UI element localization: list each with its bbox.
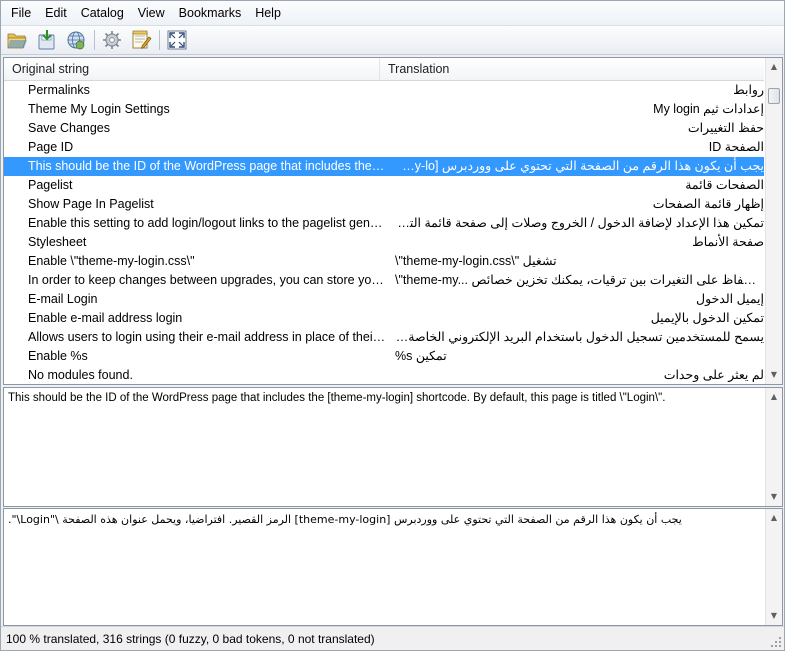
translation-edit-panel[interactable]: يجب أن يكون هذا الرقم من الصفحة التي تحت… [3, 508, 783, 626]
translation-cell: \"theme-my-login.css\" تشغيل [395, 254, 557, 268]
source-text: This should be the ID of the WordPress p… [8, 392, 666, 404]
table-row[interactable]: Page ID الصفحة ID [4, 138, 764, 157]
column-translation[interactable]: Translation [380, 58, 764, 80]
table-row[interactable]: Pagelist الصفحات قائمة [4, 176, 764, 195]
table-row[interactable]: Save Changes حفظ التغييرات [4, 119, 764, 138]
original-string-cell: Enable %s [28, 349, 88, 363]
list-header: Original string Translation [4, 58, 764, 81]
original-string-cell: Page ID [28, 140, 74, 154]
scroll-thumb[interactable] [768, 88, 780, 104]
translation-cell: الصفحات قائمة [685, 178, 764, 192]
scroll-up-arrow[interactable]: ▲ [766, 388, 782, 405]
menu-catalog[interactable]: Catalog [74, 2, 131, 24]
original-string-cell: Stylesheet [28, 235, 87, 249]
table-row[interactable]: Stylesheet صفحة الأنماط [4, 233, 764, 252]
translation-cell: تمكين الدخول بالإيميل [650, 311, 764, 325]
scroll-down-arrow[interactable]: ▼ [766, 366, 782, 383]
translation-cell: حفظ التغييرات [687, 121, 764, 135]
translation-cell: إظهار قائمة الصفحات [652, 197, 764, 211]
menu-help[interactable]: Help [248, 2, 288, 24]
scroll-up-arrow[interactable]: ▲ [766, 509, 782, 526]
translation-cell: %s تمكين [395, 349, 447, 363]
original-string-cell: E-mail Login [28, 292, 98, 306]
original-string-cell: Pagelist [28, 178, 73, 192]
menu-view[interactable]: View [131, 2, 172, 24]
translation-cell: تمكين هذا الإعداد لإضافة الدخول / الخروج… [387, 216, 764, 230]
status-text: 100 % translated, 316 strings (0 fuzzy, … [6, 632, 375, 646]
edit-comment-button[interactable] [128, 28, 154, 52]
translation-cell: روابط [733, 83, 764, 97]
list-rows: Permalinks روابط Theme My Login Settings إع… [4, 81, 764, 384]
original-string-cell: Allows users to login using their e-mail… [28, 330, 388, 344]
open-icon [7, 33, 27, 49]
original-string-cell: Theme My Login Settings [28, 102, 170, 116]
translation-cell: صفحة الأنماط [692, 235, 764, 249]
table-row[interactable]: Enable %s %s تمكين [4, 347, 764, 366]
source-vertical-scrollbar[interactable]: ▲ ▼ [765, 388, 782, 506]
toolbar-separator [94, 30, 95, 50]
open-button[interactable] [5, 28, 31, 52]
table-row[interactable]: This should be the ID of the WordPress p… [4, 157, 764, 176]
fullscreen-icon [167, 30, 187, 50]
source-text-panel: This should be the ID of the WordPress p… [3, 387, 783, 507]
notepad-pencil-icon [132, 30, 152, 49]
original-string-cell: No modules found. [28, 368, 133, 382]
table-row[interactable]: Enable this setting to add login/logout … [4, 214, 764, 233]
table-row[interactable]: Allows users to login using their e-mail… [4, 328, 764, 347]
translation-input[interactable]: يجب أن يكون هذا الرقم من الصفحة التي تحت… [8, 512, 758, 527]
resize-grip-icon[interactable] [770, 636, 782, 648]
save-icon [38, 30, 55, 50]
menu-bar: File Edit Catalog View Bookmarks Help [1, 1, 784, 26]
scroll-down-arrow[interactable]: ▼ [766, 488, 782, 505]
table-row[interactable]: Enable \"theme-my-login.css\" \"theme-my-… [4, 252, 764, 271]
translation-cell: \"theme-my... من اجل الحفاظ على التغيرات… [395, 273, 764, 287]
strings-list[interactable]: Original string Translation Permalinks رو… [3, 57, 783, 385]
status-bar: 100 % translated, 316 strings (0 fuzzy, … [1, 626, 784, 650]
validate-button[interactable] [99, 28, 125, 52]
scroll-down-arrow[interactable]: ▼ [766, 607, 782, 624]
translation-cell: الصفحة ID [708, 140, 764, 154]
translation-cell: يجب أن يكون هذا الرقم من الصفحة التي تحت… [387, 159, 764, 173]
original-string-cell: In order to keep changes between upgrade… [28, 273, 388, 287]
original-string-cell: Save Changes [28, 121, 111, 135]
table-row[interactable]: No modules found. لم يعثر على وحدات [4, 366, 764, 384]
update-button[interactable] [63, 28, 89, 52]
toolbar-separator [159, 30, 160, 50]
translation-cell: إعدادات ثيم My login [653, 102, 764, 116]
menu-bookmarks[interactable]: Bookmarks [172, 2, 249, 24]
translation-vertical-scrollbar[interactable]: ▲ ▼ [765, 509, 782, 625]
translation-cell: إيميل الدخول [696, 292, 764, 306]
table-row[interactable]: In order to keep changes between upgrade… [4, 271, 764, 290]
gear-cloud-icon [103, 31, 121, 49]
menu-file[interactable]: File [1, 2, 38, 24]
scroll-up-arrow[interactable]: ▲ [766, 58, 782, 75]
table-row[interactable]: Enable e-mail address login تمكين الدخول … [4, 309, 764, 328]
column-original-string[interactable]: Original string [4, 58, 380, 80]
original-string-cell: Enable e-mail address login [28, 311, 183, 325]
translation-cell: لم يعثر على وحدات [663, 368, 764, 382]
globe-update-icon [67, 31, 85, 50]
save-button[interactable] [34, 28, 60, 52]
original-string-cell: Permalinks [28, 83, 90, 97]
fullscreen-button[interactable] [164, 28, 190, 52]
original-string-cell: Enable this setting to add login/logout … [28, 216, 388, 230]
table-row[interactable]: E-mail Login إيميل الدخول [4, 290, 764, 309]
translation-cell: يسمح للمستخدمين تسجيل الدخول باستخدام ال… [387, 330, 764, 344]
original-string-cell: This should be the ID of the WordPress p… [28, 159, 388, 173]
original-string-cell: Enable \"theme-my-login.css\" [28, 254, 195, 268]
poedit-window: File Edit Catalog View Bookmarks Help Or… [0, 0, 785, 651]
menu-edit[interactable]: Edit [38, 2, 74, 24]
original-string-cell: Show Page In Pagelist [28, 197, 154, 211]
toolbar [1, 26, 784, 55]
table-row[interactable]: Permalinks روابط [4, 81, 764, 100]
table-row[interactable]: Show Page In Pagelist إظهار قائمة الصفحات [4, 195, 764, 214]
list-vertical-scrollbar[interactable]: ▲ ▼ [765, 58, 782, 384]
table-row[interactable]: Theme My Login Settings إعدادات ثيم My lo… [4, 100, 764, 119]
